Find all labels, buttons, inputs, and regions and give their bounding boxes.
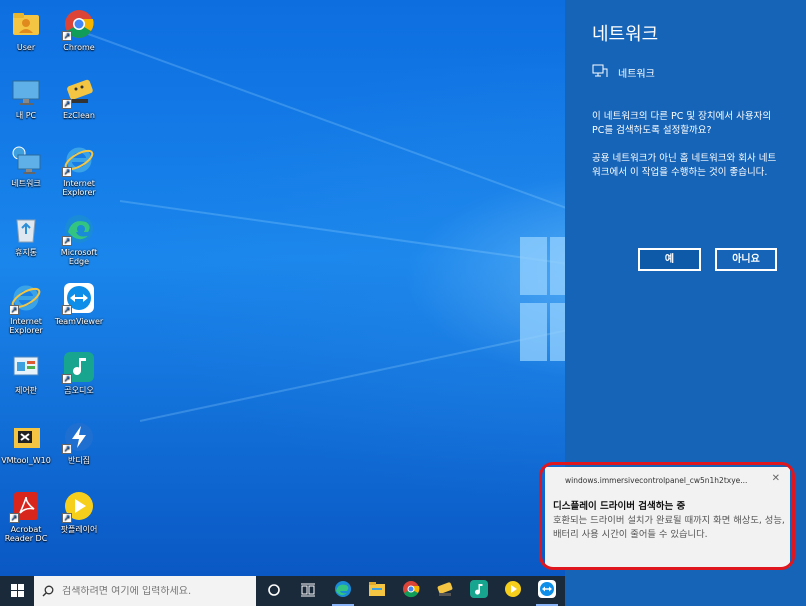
taskbar-ezclean[interactable] [428,576,462,606]
network-row: 네트워크 [592,64,655,81]
shortcut-arrow-icon: ↗ [62,444,72,454]
notification-toast[interactable]: windows.immersivecontrolpanel_cw5n1h2txy… [545,467,790,567]
shortcut-arrow-icon: ↗ [62,167,72,177]
desktop-icon-label: Microsoft Edge [60,248,98,266]
task-view-icon [301,582,315,601]
desktop-icon-network[interactable]: 네트워크 [0,143,52,188]
taskbar-gom-audio[interactable] [462,576,496,606]
desktop-icon-label: VMtool_W10 [1,456,51,465]
start-button[interactable] [0,576,34,606]
shortcut-arrow-icon: ↗ [9,305,19,315]
desktop-icon-label: 제어판 [14,386,38,395]
edge-icon [334,580,352,602]
taskbar-chrome[interactable] [394,576,428,606]
toast-title: 디스플레이 드라이버 검색하는 중 [553,501,686,512]
shortcut-arrow-icon: ↗ [62,305,72,315]
desktop-icon-ezclean[interactable]: ↗ EzClean [53,75,105,120]
light-beam [119,200,576,267]
search-icon [42,582,54,601]
desktop-icon-bandizip[interactable]: ↗ 반디집 [53,420,105,465]
desktop-icon-label: User [16,43,36,52]
recycle-bin-icon [9,212,43,246]
ie-icon: ↗ [62,143,96,177]
close-icon[interactable]: ✕ [772,473,780,484]
desktop-icon-label: 팟플레이어 [60,525,98,534]
desktop-icon-gom-audio[interactable]: ↗ 곰오디오 [53,350,105,395]
yes-button[interactable]: 예 [638,248,701,271]
panel-body: 이 네트워크의 다른 PC 및 장치에서 사용자의 PC를 검색하도록 설정할까… [592,110,782,194]
search-input[interactable] [62,585,242,597]
cortana-button[interactable] [257,576,291,606]
taskbar-teamviewer[interactable] [530,576,564,606]
folder-user-icon [9,7,43,41]
ezclean-icon: ↗ [62,75,96,109]
file-explorer-icon [368,581,386,601]
network-icon [9,143,43,177]
windows-start-icon [10,582,24,601]
network-name: 네트워크 [618,69,655,80]
desktop-icon-label: 휴지통 [14,248,38,257]
panel-title: 네트워크 [592,24,659,45]
discovery-question: 이 네트워크의 다른 PC 및 장치에서 사용자의 PC를 검색하도록 설정할까… [592,111,772,136]
desktop-icon-label: TeamViewer [54,317,104,326]
acrobat-icon: ↗ [9,489,43,523]
desktop-icon-edge[interactable]: ↗ Microsoft Edge [53,212,105,266]
desktop-icon-label: Internet Explorer [9,317,43,335]
gom-audio-icon [470,580,488,602]
no-button[interactable]: 아니요 [715,248,777,271]
desktop-icon-label: Chrome [63,43,95,52]
gom-audio-icon: ↗ [62,350,96,384]
shortcut-arrow-icon: ↗ [62,513,72,523]
desktop-icon-chrome[interactable]: ↗ Chrome [53,7,105,52]
taskbar-edge[interactable] [326,576,360,606]
desktop-icon-acrobat[interactable]: ↗ Acrobat Reader DC [0,489,52,543]
cortana-icon [267,582,281,601]
bandizip-icon: ↗ [62,420,96,454]
shortcut-arrow-icon: ↗ [62,374,72,384]
ethernet-icon [592,64,608,81]
desktop-icon-vmtool[interactable]: VMtool_W10 [0,420,52,465]
desktop-icon-recycle-bin[interactable]: 휴지통 [0,212,52,257]
ezclean-icon [436,581,454,601]
edge-icon: ↗ [62,212,96,246]
desktop-icon-ie[interactable]: ↗ Internet Explorer [0,281,52,335]
desktop-icon-this-pc[interactable]: 내 PC [0,75,52,120]
desktop-icon-ie-2[interactable]: ↗ Internet Explorer [53,143,105,197]
desktop-icon-teamviewer[interactable]: ↗ TeamViewer [53,281,105,326]
discovery-advice: 공용 네트워크가 아닌 홈 네트워크와 회사 네트워크에서 이 작업을 수행하는… [592,153,777,178]
shortcut-arrow-icon: ↗ [62,31,72,41]
desktop-icon-label: Acrobat Reader DC [4,525,48,543]
chrome-icon: ↗ [62,7,96,41]
taskbar [0,576,565,606]
desktop-icon-label: 네트워크 [11,179,41,188]
teamviewer-icon [538,580,556,602]
vmtool-icon [9,420,43,454]
light-beam [139,328,571,422]
teamviewer-icon: ↗ [62,281,96,315]
potplayer-icon [504,580,522,602]
shortcut-arrow-icon: ↗ [9,513,19,523]
taskbar-potplayer[interactable] [496,576,530,606]
potplayer-icon: ↗ [62,489,96,523]
monitor-icon [9,75,43,109]
light-beam [79,30,569,210]
desktop-icon-potplayer[interactable]: ↗ 팟플레이어 [53,489,105,534]
ie-icon: ↗ [9,281,43,315]
toast-body: 호환되는 드라이버 설치가 완료될 때까지 화면 해상도, 성능, 배터리 사용… [553,515,785,540]
chrome-icon [402,580,420,602]
desktop-icon-user[interactable]: User [0,7,52,52]
control-panel-icon [9,350,43,384]
desktop-icon-label: EzClean [63,111,95,120]
desktop-icon-label: 곰오디오 [64,386,94,395]
desktop-icon-label: 내 PC [15,111,37,120]
toast-app-name: windows.immersivecontrolpanel_cw5n1h2txy… [565,476,748,485]
desktop-icon-label: Internet Explorer [62,179,96,197]
shortcut-arrow-icon: ↗ [62,99,72,109]
desktop-icon-label: 반디집 [67,456,91,465]
task-view-button[interactable] [291,576,325,606]
desktop-icon-control-panel[interactable]: 제어판 [0,350,52,395]
taskbar-file-explorer[interactable] [360,576,394,606]
shortcut-arrow-icon: ↗ [62,236,72,246]
taskbar-search[interactable] [34,576,256,606]
